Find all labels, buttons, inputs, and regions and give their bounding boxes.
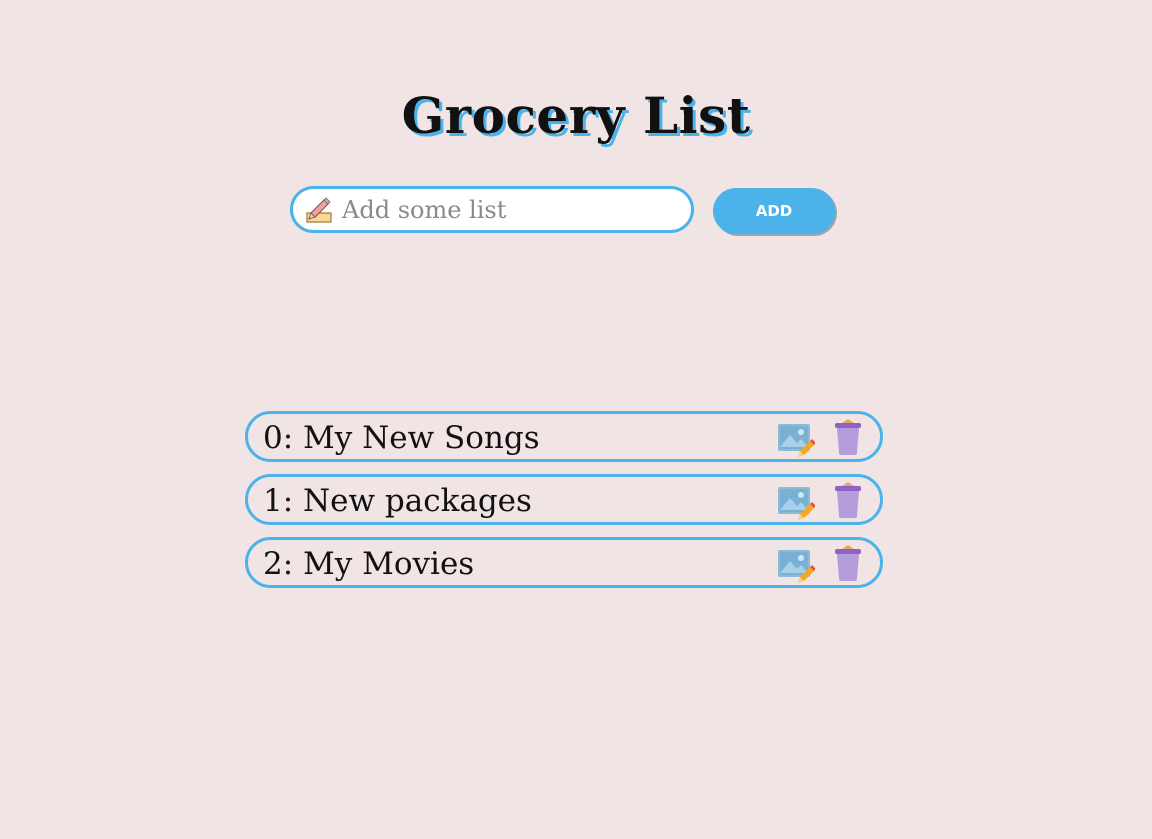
add-button[interactable]: ADD (713, 188, 835, 234)
edit-image-icon (778, 424, 816, 457)
trash-icon (835, 545, 861, 581)
delete-button[interactable] (833, 418, 863, 456)
page-title: Grocery List (401, 86, 751, 145)
trash-icon (835, 482, 861, 518)
list-item-label: 1: New packages (263, 482, 532, 519)
edit-button[interactable] (777, 421, 816, 459)
list-item[interactable]: 0: My New Songs (245, 411, 883, 462)
pencil-paper-icon (304, 195, 334, 225)
edit-image-icon (778, 487, 816, 520)
list-item-label: 2: My Movies (263, 545, 475, 582)
edit-button[interactable] (777, 547, 816, 585)
edit-image-icon (778, 550, 816, 583)
list-item[interactable]: 2: My Movies (245, 537, 883, 588)
edit-button[interactable] (777, 484, 816, 522)
delete-button[interactable] (833, 544, 863, 582)
item-list: 0: My New Songs 1: New packages 2: My Mo… (245, 411, 883, 600)
trash-icon (835, 419, 861, 455)
list-item-label: 0: My New Songs (263, 419, 540, 456)
delete-button[interactable] (833, 481, 863, 519)
list-item[interactable]: 1: New packages (245, 474, 883, 525)
add-item-input[interactable] (342, 195, 672, 224)
add-item-field[interactable] (290, 186, 694, 233)
